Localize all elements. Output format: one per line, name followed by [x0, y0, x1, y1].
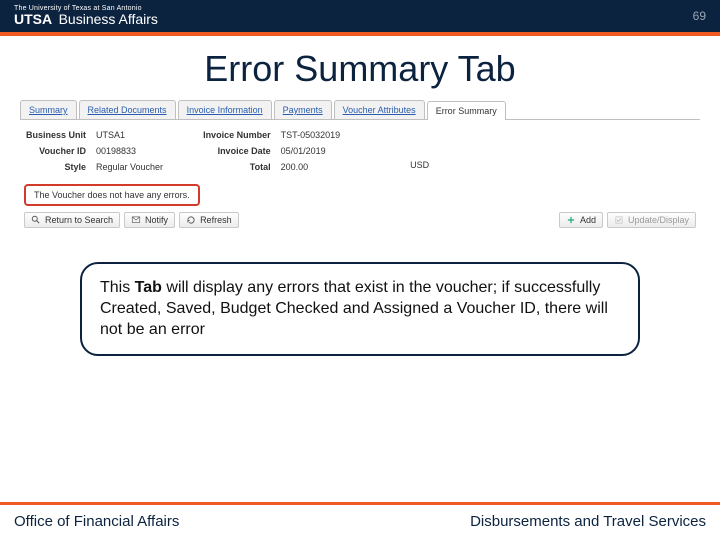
tab-payments[interactable]: Payments [274, 100, 332, 119]
label-style: Style [26, 162, 86, 172]
callout-bold: Tab [135, 279, 162, 296]
accent-bar [0, 32, 720, 36]
value-business-unit: UTSA1 [96, 130, 163, 140]
update-display-button[interactable]: Update/Display [607, 212, 696, 228]
add-label: Add [580, 215, 596, 225]
value-total: 200.00 [281, 162, 341, 172]
tab-voucher-attributes[interactable]: Voucher Attributes [334, 100, 425, 119]
notify-label: Notify [145, 215, 168, 225]
tab-error-summary[interactable]: Error Summary [427, 101, 506, 120]
brand: The University of Texas at San Antonio U… [14, 5, 158, 28]
brand-subtitle: Business Affairs [59, 11, 158, 27]
callout-rest: will display any errors that exist in th… [100, 279, 608, 338]
search-icon [31, 215, 41, 225]
value-voucher-id: 00198833 [96, 146, 163, 156]
label-total: Total [203, 162, 271, 172]
callout-prefix: This [100, 279, 135, 296]
label-invoice-number: Invoice Number [203, 130, 271, 140]
page-number: 69 [693, 9, 706, 23]
app-screenshot: Summary Related Documents Invoice Inform… [20, 100, 700, 228]
update-icon [614, 215, 624, 225]
explanation-callout: This Tab will display any errors that ex… [80, 262, 640, 356]
brand-logo-text: UTSA [14, 11, 52, 27]
footer-right: Disbursements and Travel Services [470, 513, 706, 530]
tab-related-documents[interactable]: Related Documents [79, 100, 176, 119]
label-invoice-date: Invoice Date [203, 146, 271, 156]
label-business-unit: Business Unit [26, 130, 86, 140]
footer-left: Office of Financial Affairs [14, 513, 179, 530]
tab-summary[interactable]: Summary [20, 100, 77, 119]
label-voucher-id: Voucher ID [26, 146, 86, 156]
footer: Office of Financial Affairs Disbursement… [0, 502, 720, 540]
value-invoice-number: TST-05032019 [281, 130, 341, 140]
error-message-highlight: The Voucher does not have any errors. [24, 184, 200, 206]
add-button[interactable]: Add [559, 212, 603, 228]
return-to-search-button[interactable]: Return to Search [24, 212, 120, 228]
field-grid: Business Unit UTSA1 Voucher ID 00198833 … [20, 120, 700, 178]
header-bar: The University of Texas at San Antonio U… [0, 0, 720, 32]
value-style: Regular Voucher [96, 162, 163, 172]
update-label: Update/Display [628, 215, 689, 225]
add-icon [566, 215, 576, 225]
action-bar: Return to Search Notify Refresh Add Upda… [24, 212, 696, 228]
tab-row: Summary Related Documents Invoice Inform… [20, 100, 700, 120]
value-invoice-date: 05/01/2019 [281, 146, 341, 156]
notify-button[interactable]: Notify [124, 212, 175, 228]
refresh-icon [186, 215, 196, 225]
refresh-label: Refresh [200, 215, 232, 225]
tab-invoice-information[interactable]: Invoice Information [178, 100, 272, 119]
slide-title: Error Summary Tab [0, 48, 720, 90]
notify-icon [131, 215, 141, 225]
refresh-button[interactable]: Refresh [179, 212, 239, 228]
return-label: Return to Search [45, 215, 113, 225]
field-col-left: Business Unit UTSA1 Voucher ID 00198833 … [26, 130, 163, 172]
value-currency: USD [410, 160, 429, 170]
field-col-right: Invoice Number TST-05032019 Invoice Date… [203, 130, 340, 172]
